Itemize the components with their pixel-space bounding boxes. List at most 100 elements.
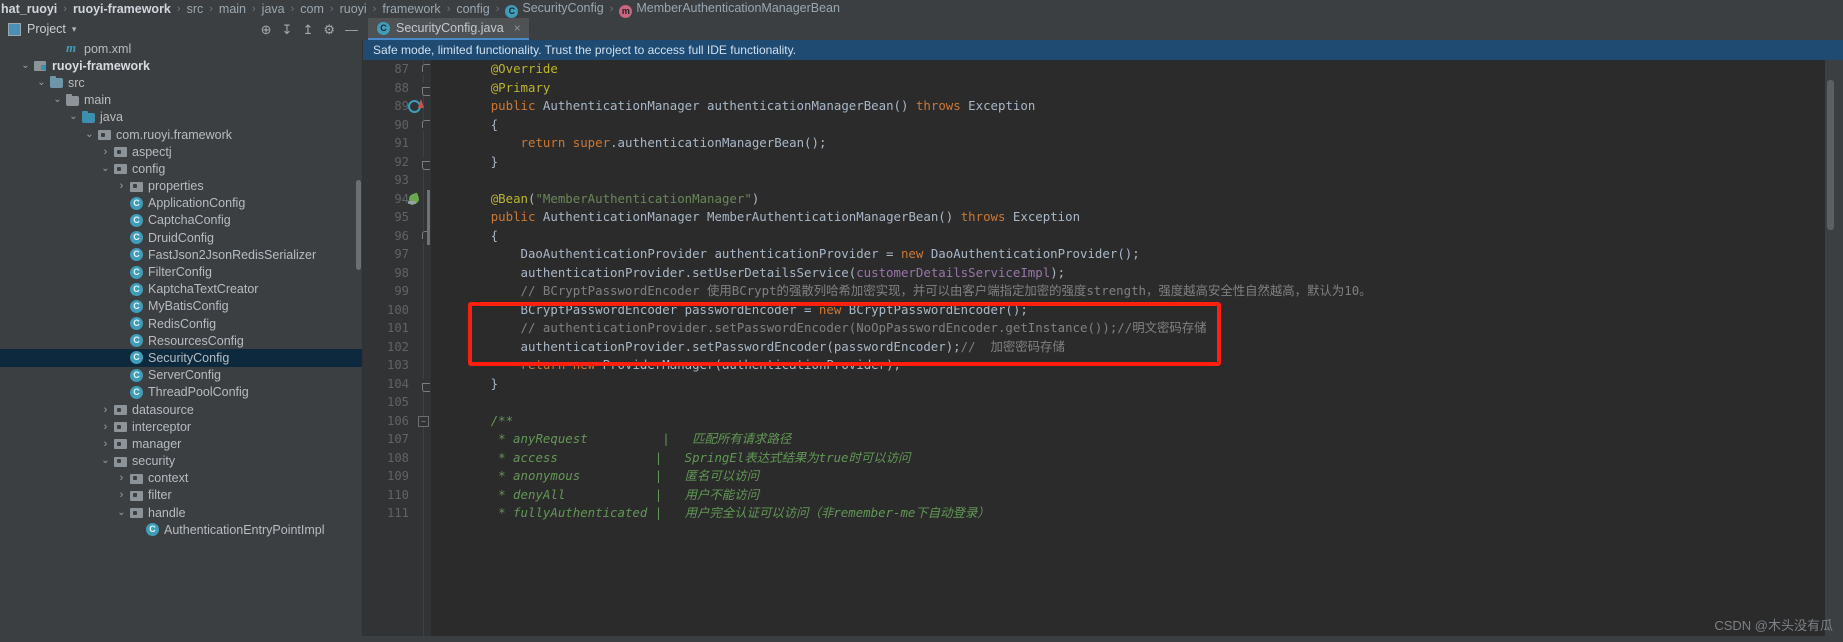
chevron-right-icon[interactable]: ›: [100, 438, 111, 450]
safe-mode-banner[interactable]: Safe mode, limited functionality. Trust …: [363, 40, 1843, 60]
code-line[interactable]: * anonymous | 匿名可以访问: [431, 467, 1843, 486]
tree-item[interactable]: FastJson2JsonRedisSerializer: [0, 246, 362, 263]
code-line[interactable]: }: [431, 375, 1843, 394]
tree-item[interactable]: ApplicationConfig: [0, 195, 362, 212]
chevron-down-icon[interactable]: ⌄: [68, 112, 79, 122]
tree-item[interactable]: RedisConfig: [0, 315, 362, 332]
code-line[interactable]: authenticationProvider.setPasswordEncode…: [431, 338, 1843, 357]
code-line[interactable]: {: [431, 227, 1843, 246]
tree-item[interactable]: pom.xml: [0, 40, 362, 57]
chevron-right-icon[interactable]: ›: [100, 404, 111, 416]
tree-item[interactable]: FilterConfig: [0, 263, 362, 280]
chevron-down-icon[interactable]: ▾: [72, 24, 77, 35]
tree-item[interactable]: ServerConfig: [0, 367, 362, 384]
tree-item[interactable]: ⌄ main: [0, 92, 362, 109]
expand-all-icon[interactable]: ↧: [282, 23, 293, 36]
fold-collapse-icon[interactable]: −: [418, 415, 429, 427]
breadcrumb-item[interactable]: config: [455, 2, 490, 16]
tree-item[interactable]: KaptchaTextCreator: [0, 281, 362, 298]
chevron-right-icon[interactable]: ›: [100, 421, 111, 433]
chevron-down-icon[interactable]: ⌄: [20, 60, 31, 70]
tree-item[interactable]: › context: [0, 470, 362, 487]
tree-item[interactable]: MyBatisConfig: [0, 298, 362, 315]
code-line[interactable]: * access | SpringEl表达式结果为true时可以访问: [431, 449, 1843, 468]
code-line[interactable]: return new ProviderManager(authenticatio…: [431, 356, 1843, 375]
chevron-down-icon[interactable]: ⌄: [100, 456, 111, 466]
tree-item[interactable]: ⌄ java: [0, 109, 362, 126]
code-line[interactable]: return super.authenticationManagerBean()…: [431, 134, 1843, 153]
chevron-down-icon[interactable]: ⌄: [116, 507, 127, 517]
code-line[interactable]: public AuthenticationManager MemberAuthe…: [431, 208, 1843, 227]
project-tree[interactable]: pom.xml ⌄ ruoyi-framework ⌄ src ⌄ main ⌄ java ⌄ co…: [0, 40, 362, 642]
breadcrumb-item[interactable]: com: [299, 2, 325, 16]
fold-region-start-icon[interactable]: [418, 64, 430, 75]
tree-item[interactable]: CaptchaConfig: [0, 212, 362, 229]
tree-item[interactable]: › aspectj: [0, 143, 362, 160]
chevron-right-icon[interactable]: ›: [100, 146, 111, 158]
chevron-down-icon[interactable]: ⌄: [84, 129, 95, 139]
locate-file-icon[interactable]: ⊕: [261, 23, 272, 36]
chevron-down-icon[interactable]: ⌄: [100, 163, 111, 173]
project-tree-scrollbar[interactable]: [356, 180, 361, 270]
code-line[interactable]: authenticationProvider.setUserDetailsSer…: [431, 264, 1843, 283]
editor-scrollbar[interactable]: [1827, 80, 1834, 230]
breadcrumb-item[interactable]: m MemberAuthenticationManagerBean: [618, 1, 841, 18]
editor-tab[interactable]: C SecurityConfig.java ×: [368, 18, 529, 40]
fold-region-start-icon[interactable]: [418, 119, 430, 131]
tree-item[interactable]: DruidConfig: [0, 229, 362, 246]
override-method-icon[interactable]: [408, 99, 424, 113]
fold-region-end-icon[interactable]: [418, 82, 430, 96]
code-line[interactable]: DaoAuthenticationProvider authentication…: [431, 245, 1843, 264]
code-line[interactable]: }: [431, 153, 1843, 172]
breadcrumb-item[interactable]: framework: [381, 2, 441, 16]
tree-item[interactable]: ⌄ handle: [0, 504, 362, 521]
code-line[interactable]: BCryptPasswordEncoder passwordEncoder = …: [431, 301, 1843, 320]
tree-item[interactable]: SecurityConfig: [0, 349, 362, 367]
chevron-right-icon[interactable]: ›: [116, 180, 127, 192]
code-line[interactable]: @Override: [431, 60, 1843, 79]
breadcrumb-item[interactable]: ruoyi-framework: [72, 2, 172, 16]
settings-gear-icon[interactable]: ⚙: [323, 23, 335, 36]
hide-panel-icon[interactable]: —: [345, 23, 358, 36]
code-line[interactable]: // authenticationProvider.setPasswordEnc…: [431, 319, 1843, 338]
code-editor[interactable]: Safe mode, limited functionality. Trust …: [363, 40, 1843, 642]
code-line[interactable]: /**: [431, 412, 1843, 431]
code-line[interactable]: [431, 171, 1843, 190]
tree-item[interactable]: ⌄ ruoyi-framework: [0, 57, 362, 74]
code-line[interactable]: [431, 393, 1843, 412]
breadcrumb-item[interactable]: main: [218, 2, 247, 16]
code-line[interactable]: @Primary: [431, 79, 1843, 98]
breadcrumb-item[interactable]: java: [261, 2, 286, 16]
code-line[interactable]: {: [431, 116, 1843, 135]
breadcrumb-item[interactable]: src: [186, 2, 205, 16]
tree-item[interactable]: › properties: [0, 178, 362, 195]
tree-item[interactable]: ThreadPoolConfig: [0, 384, 362, 401]
code-line[interactable]: * fullyAuthenticated | 用户完全认证可以访问（非remem…: [431, 504, 1843, 523]
fold-region-end-icon[interactable]: [418, 378, 430, 392]
tree-item[interactable]: ⌄ src: [0, 74, 362, 91]
close-icon[interactable]: ×: [514, 21, 521, 35]
code-line[interactable]: * anyRequest | 匹配所有请求路径: [431, 430, 1843, 449]
tree-item[interactable]: ⌄ security: [0, 453, 362, 470]
spring-bean-icon[interactable]: [408, 192, 422, 206]
fold-region-end-icon[interactable]: [418, 156, 430, 170]
tree-item[interactable]: ResourcesConfig: [0, 332, 362, 349]
project-panel-label[interactable]: Project: [27, 22, 66, 36]
collapse-all-icon[interactable]: ↥: [302, 23, 313, 36]
chevron-right-icon[interactable]: ›: [116, 472, 127, 484]
tree-item[interactable]: › manager: [0, 435, 362, 452]
tree-item[interactable]: › datasource: [0, 401, 362, 418]
tree-item[interactable]: › filter: [0, 487, 362, 504]
tree-item[interactable]: AuthenticationEntryPointImpl: [0, 521, 362, 538]
breadcrumb-item[interactable]: C SecurityConfig: [504, 1, 604, 18]
tree-item[interactable]: ⌄ com.ruoyi.framework: [0, 126, 362, 143]
chevron-down-icon[interactable]: ⌄: [52, 95, 63, 105]
breadcrumb-item[interactable]: hat_ruoyi: [0, 2, 58, 16]
code-content[interactable]: @Override @Primary public Authentication…: [431, 60, 1843, 642]
tree-item[interactable]: ⌄ config: [0, 160, 362, 177]
code-line[interactable]: // BCryptPasswordEncoder 使用BCrypt的强散列哈希加…: [431, 282, 1843, 301]
code-line[interactable]: * denyAll | 用户不能访问: [431, 486, 1843, 505]
chevron-down-icon[interactable]: ⌄: [36, 77, 47, 87]
chevron-right-icon[interactable]: ›: [116, 489, 127, 501]
code-line[interactable]: public AuthenticationManager authenticat…: [431, 97, 1843, 116]
